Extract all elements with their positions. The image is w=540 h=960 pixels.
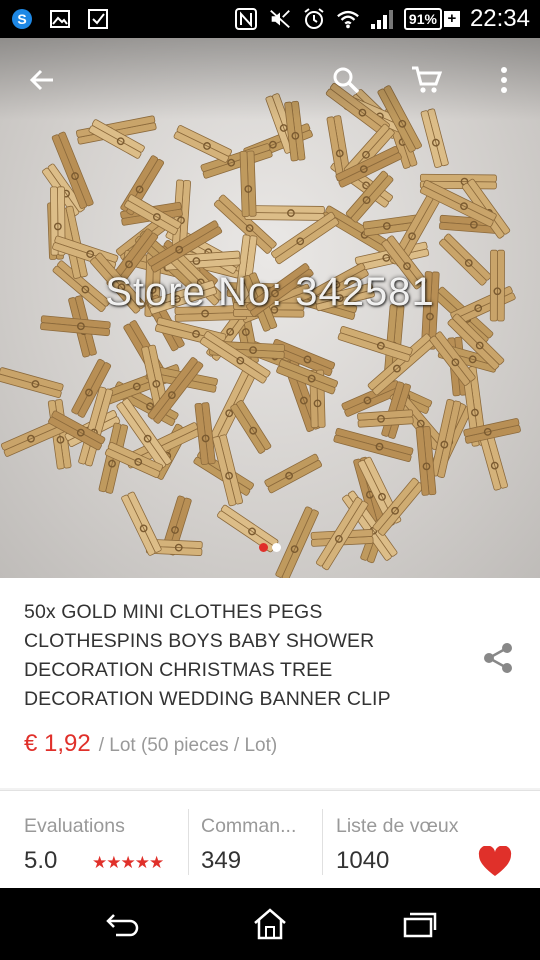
clothes-peg (40, 315, 111, 337)
evaluations-value: 5.0 (24, 847, 58, 874)
evaluations-label: Evaluations (24, 815, 125, 837)
clothes-peg (357, 409, 414, 428)
clock: 22:34 (469, 5, 530, 32)
signal-icon (370, 7, 394, 31)
divider (188, 809, 189, 875)
carousel-dot-1[interactable] (259, 543, 268, 552)
share-icon[interactable] (480, 640, 516, 676)
product-price: € 1,92 (24, 730, 91, 757)
battery-icon: 91% + (403, 8, 460, 30)
home-nav-icon[interactable] (248, 904, 292, 944)
product-title: 50x GOLD MINI CLOTHES PEGS CLOTHESPINS B… (24, 601, 391, 710)
price-unit: / Lot (50 pieces / Lot) (98, 735, 278, 756)
wifi-icon (336, 7, 360, 31)
clothes-peg (0, 367, 64, 398)
cart-icon[interactable] (406, 60, 446, 100)
orders-label: Comman... (201, 815, 297, 837)
more-vert-icon[interactable] (484, 60, 524, 100)
orders-stat[interactable]: Comman... 349 (201, 791, 321, 889)
clothes-peg (479, 431, 508, 491)
clothes-peg (264, 453, 323, 494)
product-info: 50x GOLD MINI CLOTHES PEGS CLOTHESPINS B… (0, 578, 540, 788)
clothes-peg (244, 205, 325, 221)
back-nav-icon[interactable] (100, 904, 144, 944)
clothes-peg (333, 427, 414, 463)
product-page: S 91% + 22:34 Store No: 342581 50x GOLD … (0, 0, 540, 960)
store-watermark: Store No: 342581 (105, 270, 435, 314)
carousel-dot-2[interactable] (272, 543, 281, 552)
status-bar: S 91% + 22:34 (0, 0, 540, 38)
search-icon[interactable] (326, 60, 366, 100)
nfc-icon (234, 7, 258, 31)
skype-icon: S (10, 7, 34, 31)
app-top-bar (0, 38, 540, 120)
clothes-peg (239, 150, 257, 217)
price-row: € 1,92 / Lot (50 pieces / Lot) (24, 730, 277, 758)
back-arrow-icon[interactable] (22, 60, 62, 100)
wishlist-label: Liste de vœux (336, 815, 459, 837)
wishlist-value: 1040 (336, 847, 390, 874)
alarm-icon (302, 7, 326, 31)
orders-value: 349 (201, 847, 242, 874)
clothes-peg (230, 399, 272, 454)
evaluations-stat[interactable]: Evaluations 5.0 ★★★★★ (24, 791, 184, 889)
battery-level: 91% (403, 8, 442, 30)
product-stats: Evaluations 5.0 ★★★★★ Comman... 349 List… (0, 790, 540, 888)
rating-stars-icon: ★★★★★ (92, 853, 164, 872)
mute-icon (268, 7, 292, 31)
charging-icon: + (443, 11, 460, 27)
image-icon (48, 7, 72, 31)
wishlist-heart-icon[interactable] (478, 845, 512, 878)
svg-text:S: S (17, 11, 26, 27)
checkbox-icon (86, 7, 110, 31)
carousel-indicator (0, 543, 540, 552)
product-image-carousel[interactable]: Store No: 342581 (0, 38, 540, 578)
clothes-peg (173, 125, 232, 163)
recents-nav-icon[interactable] (398, 904, 442, 944)
system-nav-bar (0, 888, 540, 960)
divider (322, 809, 323, 875)
